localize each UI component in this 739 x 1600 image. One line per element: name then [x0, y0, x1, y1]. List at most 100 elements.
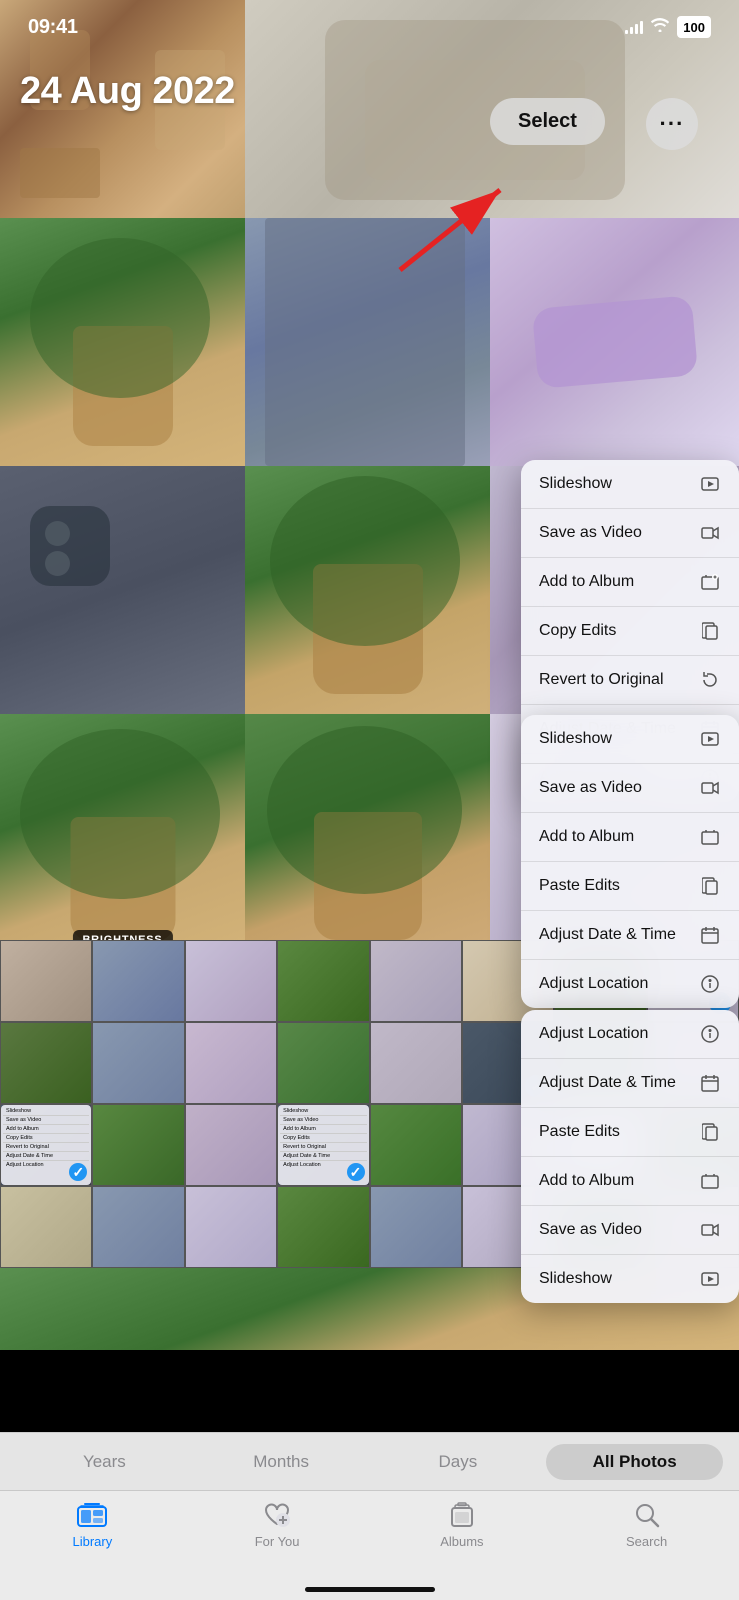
segmented-control: Years Months Days All Photos [0, 1432, 739, 1490]
calendar-icon-3 [699, 1072, 721, 1094]
select-button[interactable]: Select [490, 98, 605, 145]
menu-label: Slideshow [539, 730, 612, 748]
menu-item-add-album-3[interactable]: Add to Album [521, 1157, 739, 1206]
photo-plant-4[interactable] [245, 714, 490, 962]
thumb-21[interactable] [370, 1104, 462, 1186]
seg-days[interactable]: Days [370, 1444, 547, 1480]
thumb-19[interactable] [185, 1104, 277, 1186]
menu-item-add-album-1[interactable]: Add to Album [521, 558, 739, 607]
menu-item-adjust-location-2[interactable]: Adjust Location [521, 960, 739, 1008]
menu-item-save-video-1[interactable]: Save as Video [521, 509, 739, 558]
more-button[interactable]: ··· [646, 98, 698, 150]
menu-item-copy-edits-1[interactable]: Copy Edits [521, 607, 739, 656]
signal-bar-4 [640, 21, 643, 34]
album-icon-3 [699, 1170, 721, 1192]
slideshow-icon [699, 473, 721, 495]
slideshow-icon-2 [699, 728, 721, 750]
thumb-3[interactable] [185, 940, 277, 1022]
menu-item-save-video-3[interactable]: Save as Video [521, 1206, 739, 1255]
photo-phone-purple[interactable] [490, 218, 739, 466]
paste-icon-3 [699, 1121, 721, 1143]
photo-phone-back-1[interactable] [0, 466, 245, 714]
for-you-icon [262, 1500, 292, 1530]
menu-item-adjust-date-2[interactable]: Adjust Date & Time [521, 911, 739, 960]
photo-plant-2[interactable] [245, 466, 490, 714]
album-icon [699, 571, 721, 593]
photo-plant-pot-1[interactable] [0, 218, 245, 466]
calendar-icon-2 [699, 924, 721, 946]
menu-item-adjust-date-3[interactable]: Adjust Date & Time [521, 1059, 739, 1108]
albums-icon [447, 1500, 477, 1530]
thumb-10[interactable] [92, 1022, 184, 1104]
menu-label: Adjust Date & Time [539, 1074, 676, 1092]
thumb-9[interactable] [0, 1022, 92, 1104]
thumb-26[interactable] [92, 1186, 184, 1268]
seg-all-photos[interactable]: All Photos [546, 1444, 723, 1480]
menu-item-add-album-2[interactable]: Add to Album [521, 813, 739, 862]
menu-label: Paste Edits [539, 877, 620, 895]
thumb-4[interactable] [277, 940, 369, 1022]
thumb-27[interactable] [185, 1186, 277, 1268]
battery-indicator: 100 [677, 16, 711, 38]
menu-item-paste-edits-3[interactable]: Paste Edits [521, 1108, 739, 1157]
check-mark-4 [347, 1163, 365, 1181]
menu-label: Slideshow [539, 1270, 612, 1288]
menu-label: Paste Edits [539, 1123, 620, 1141]
tab-for-you[interactable]: For You [185, 1500, 370, 1549]
album-icon-2 [699, 826, 721, 848]
menu-label: Adjust Date & Time [539, 926, 676, 944]
thumb-5[interactable] [370, 940, 462, 1022]
menu-label: Revert to Original [539, 671, 664, 689]
video-icon [699, 522, 721, 544]
seg-years[interactable]: Years [16, 1444, 193, 1480]
info-icon-2 [699, 973, 721, 995]
tab-for-you-label: For You [255, 1534, 300, 1549]
thumb-13[interactable] [370, 1022, 462, 1104]
thumb-12[interactable] [277, 1022, 369, 1104]
menu-label: Adjust Location [539, 975, 648, 993]
library-icon [77, 1500, 107, 1530]
thumb-17[interactable]: Slideshow Save as Video Add to Album Cop… [0, 1104, 92, 1186]
menu-item-slideshow-2[interactable]: Slideshow [521, 715, 739, 764]
bottom-tabs: Library For You Albums [0, 1490, 739, 1600]
info-icon-3 [699, 1023, 721, 1045]
signal-bar-1 [625, 30, 628, 34]
context-menu-2: Slideshow Save as Video Add to Album Pas… [521, 715, 739, 1008]
tab-albums[interactable]: Albums [370, 1500, 555, 1549]
paste-icon-2 [699, 875, 721, 897]
thumb-29[interactable] [370, 1186, 462, 1268]
tab-library[interactable]: Library [0, 1500, 185, 1549]
thumb-2[interactable] [92, 940, 184, 1022]
signal-bar-2 [630, 27, 633, 34]
menu-item-slideshow-1[interactable]: Slideshow [521, 460, 739, 509]
thumb-18[interactable] [92, 1104, 184, 1186]
wifi-icon [651, 18, 669, 37]
copy-icon [699, 620, 721, 642]
thumb-28[interactable] [277, 1186, 369, 1268]
tab-albums-label: Albums [440, 1534, 483, 1549]
menu-item-save-video-2[interactable]: Save as Video [521, 764, 739, 813]
menu-label: Add to Album [539, 828, 634, 846]
thumb-25[interactable] [0, 1186, 92, 1268]
thumb-20[interactable]: Slideshow Save as Video Add to Album Cop… [277, 1104, 369, 1186]
battery-level: 100 [683, 20, 705, 35]
context-menu-3: Adjust Location Adjust Date & Time Paste… [521, 1010, 739, 1303]
slideshow-icon-3 [699, 1268, 721, 1290]
photo-plant-brightness[interactable]: BRIGHTNESS [0, 714, 245, 962]
tab-search[interactable]: Search [554, 1500, 739, 1549]
menu-item-adjust-location-3[interactable]: Adjust Location [521, 1010, 739, 1059]
signal-bar-3 [635, 24, 638, 34]
menu-label: Save as Video [539, 1221, 642, 1239]
menu-item-slideshow-3[interactable]: Slideshow [521, 1255, 739, 1303]
menu-item-revert-1[interactable]: Revert to Original [521, 656, 739, 705]
seg-months[interactable]: Months [193, 1444, 370, 1480]
menu-label: Slideshow [539, 475, 612, 493]
menu-item-paste-edits-2[interactable]: Paste Edits [521, 862, 739, 911]
thumb-11[interactable] [185, 1022, 277, 1104]
thumb-1[interactable] [0, 940, 92, 1022]
home-indicator [305, 1587, 435, 1592]
menu-label: Save as Video [539, 524, 642, 542]
search-icon [632, 1500, 662, 1530]
photo-jeans-bag[interactable] [245, 218, 490, 466]
status-bar: 09:41 100 [0, 0, 739, 54]
